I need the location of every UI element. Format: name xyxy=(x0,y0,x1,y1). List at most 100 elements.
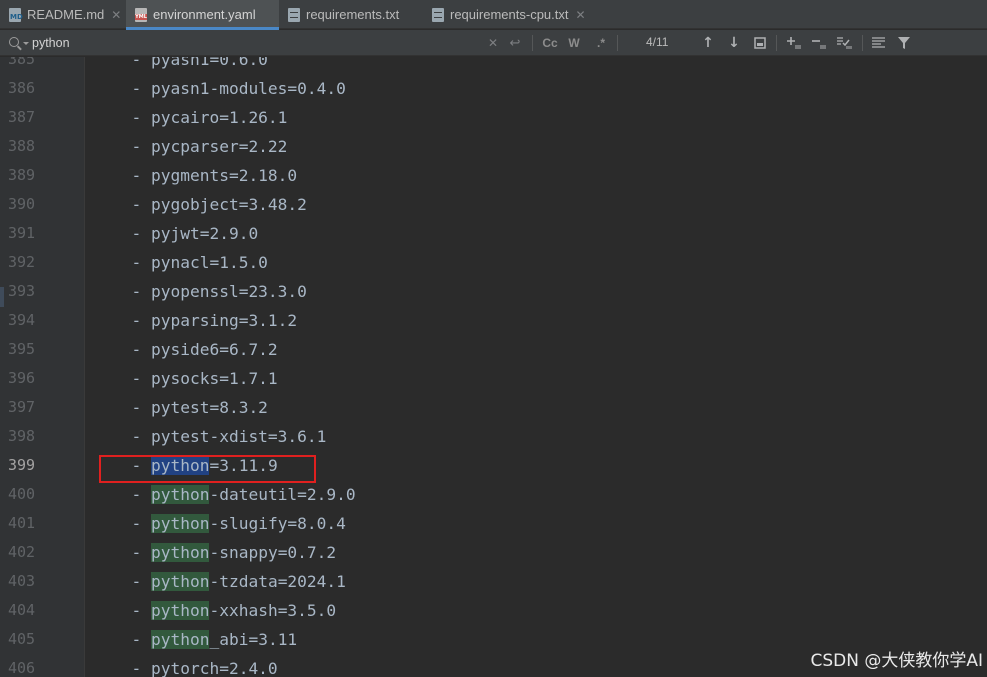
clear-search-icon[interactable]: ✕ xyxy=(486,30,500,56)
line-number: 390 xyxy=(8,195,36,213)
yaml-file-icon: YML xyxy=(135,7,147,22)
tab-requirements-cpu[interactable]: requirements-cpu.txt ✕ xyxy=(423,0,593,29)
code-line[interactable]: 404 - python-xxhash=3.5.0 xyxy=(0,601,987,630)
package-spec: pycairo=1.26.1 xyxy=(150,108,288,127)
remove-occurrence-icon[interactable] xyxy=(810,30,828,56)
add-occurrence-icon[interactable] xyxy=(785,30,803,56)
line-number: 393 xyxy=(8,282,36,300)
code-text: - pycparser=2.22 xyxy=(112,137,287,166)
list-dash: - xyxy=(112,166,151,185)
code-text: - pygments=2.18.0 xyxy=(112,166,297,195)
line-number: 406 xyxy=(8,659,36,677)
code-line[interactable]: 403 - python-tzdata=2024.1 xyxy=(0,572,987,601)
line-number: 394 xyxy=(8,311,36,329)
line-number: 400 xyxy=(8,485,36,503)
text-file-icon xyxy=(288,7,300,22)
editor-tab-bar: MD README.md ✕ YML environment.yaml requ… xyxy=(0,0,987,30)
package-spec: -snappy=0.7.2 xyxy=(209,543,337,562)
tab-environment-yaml[interactable]: YML environment.yaml xyxy=(126,0,279,30)
code-text: - python-slugify=8.0.4 xyxy=(112,514,346,543)
list-dash: - xyxy=(112,369,151,388)
code-line[interactable]: 392 - pynacl=1.5.0 xyxy=(0,253,987,282)
code-line[interactable]: 397 - pytest=8.3.2 xyxy=(0,398,987,427)
list-dash: - xyxy=(112,282,151,301)
code-line[interactable]: 394 - pyparsing=3.1.2 xyxy=(0,311,987,340)
code-line[interactable]: 389 - pygments=2.18.0 xyxy=(0,166,987,195)
list-dash: - xyxy=(112,572,151,591)
code-line[interactable]: 402 - python-snappy=0.7.2 xyxy=(0,543,987,572)
select-all-occurrences-icon[interactable] xyxy=(835,30,853,56)
search-icon[interactable] xyxy=(9,37,19,47)
filter-search-results-icon[interactable] xyxy=(752,30,768,56)
list-dash: - xyxy=(112,485,151,504)
package-spec: -dateutil=2.9.0 xyxy=(209,485,356,504)
list-dash: - xyxy=(112,398,151,417)
code-text: - pyside6=6.7.2 xyxy=(112,340,277,369)
separator xyxy=(617,35,618,51)
code-text: - pytorch=2.4.0 xyxy=(112,659,277,677)
code-line[interactable]: 390 - pygobject=3.48.2 xyxy=(0,195,987,224)
previous-occurrence-icon[interactable]: ↑ xyxy=(700,30,716,56)
line-number: 392 xyxy=(8,253,36,271)
search-match-highlight: python xyxy=(150,601,210,620)
package-spec: pysocks=1.7.1 xyxy=(150,369,278,388)
code-line[interactable]: 385 - pyasn1=0.6.0 xyxy=(0,57,987,79)
code-line[interactable]: 400 - python-dateutil=2.9.0 xyxy=(0,485,987,514)
code-text: - pycairo=1.26.1 xyxy=(112,108,287,137)
tab-requirements[interactable]: requirements.txt xyxy=(279,0,423,29)
code-line[interactable]: 396 - pysocks=1.7.1 xyxy=(0,369,987,398)
line-number: 398 xyxy=(8,427,36,445)
annotation-highlight-box xyxy=(99,455,316,483)
line-number: 388 xyxy=(8,137,36,155)
list-dash: - xyxy=(112,195,151,214)
search-match-highlight: python xyxy=(150,572,210,591)
code-line[interactable]: 387 - pycairo=1.26.1 xyxy=(0,108,987,137)
list-dash: - xyxy=(112,543,151,562)
next-occurrence-icon[interactable]: ↓ xyxy=(726,30,742,56)
close-icon[interactable]: ✕ xyxy=(576,8,586,22)
code-text: - pyjwt=2.9.0 xyxy=(112,224,258,253)
list-dash: - xyxy=(112,224,151,243)
list-dash: - xyxy=(112,108,151,127)
list-dash: - xyxy=(112,514,151,533)
package-spec: _abi=3.11 xyxy=(209,630,298,649)
code-line[interactable]: 391 - pyjwt=2.9.0 xyxy=(0,224,987,253)
code-line[interactable]: 401 - python-slugify=8.0.4 xyxy=(0,514,987,543)
line-number: 399 xyxy=(8,456,36,474)
search-options-icon[interactable] xyxy=(870,30,886,56)
code-line[interactable]: 395 - pyside6=6.7.2 xyxy=(0,340,987,369)
list-dash: - xyxy=(112,311,151,330)
markdown-file-icon: MD xyxy=(9,7,23,22)
tab-readme[interactable]: MD README.md ✕ xyxy=(0,0,126,29)
match-counter: 4/11 xyxy=(646,35,669,49)
close-icon[interactable]: ✕ xyxy=(111,8,121,22)
package-spec: pyasn1-modules=0.4.0 xyxy=(150,79,346,98)
package-spec: pyasn1=0.6.0 xyxy=(150,57,268,69)
list-dash: - xyxy=(112,253,151,272)
code-text: - python-xxhash=3.5.0 xyxy=(112,601,336,630)
regex-toggle[interactable]: .* xyxy=(592,30,610,56)
code-text: - pysocks=1.7.1 xyxy=(112,369,278,398)
search-history-dropdown-icon[interactable] xyxy=(23,42,29,45)
line-number: 397 xyxy=(8,398,36,416)
code-line[interactable]: 386 - pyasn1-modules=0.4.0 xyxy=(0,79,987,108)
match-case-toggle[interactable]: Cc xyxy=(540,30,560,56)
list-dash: - xyxy=(112,57,151,69)
search-input[interactable] xyxy=(32,34,472,52)
code-editor[interactable]: 385 - pyasn1=0.6.0 386 - pyasn1-modules=0… xyxy=(0,57,987,677)
separator xyxy=(776,35,777,51)
new-line-icon[interactable]: ↩ xyxy=(507,30,523,56)
code-line[interactable]: 393 - pyopenssl=23.3.0 xyxy=(0,282,987,311)
code-text: - pynacl=1.5.0 xyxy=(112,253,267,282)
code-text: - pytest-xdist=3.6.1 xyxy=(112,427,326,456)
code-line[interactable]: 398 - pytest-xdist=3.6.1 xyxy=(0,427,987,456)
code-line[interactable]: 388 - pycparser=2.22 xyxy=(0,137,987,166)
watermark: CSDN @大侠教你学AI xyxy=(810,651,983,671)
tab-label: requirements-cpu.txt xyxy=(450,7,569,22)
code-text: - pyasn1=0.6.0 xyxy=(112,57,268,79)
list-dash: - xyxy=(112,601,151,620)
code-text: - pyopenssl=23.3.0 xyxy=(112,282,306,311)
words-toggle[interactable]: W xyxy=(565,30,583,56)
filter-icon[interactable] xyxy=(896,30,912,56)
list-dash: - xyxy=(112,79,151,98)
